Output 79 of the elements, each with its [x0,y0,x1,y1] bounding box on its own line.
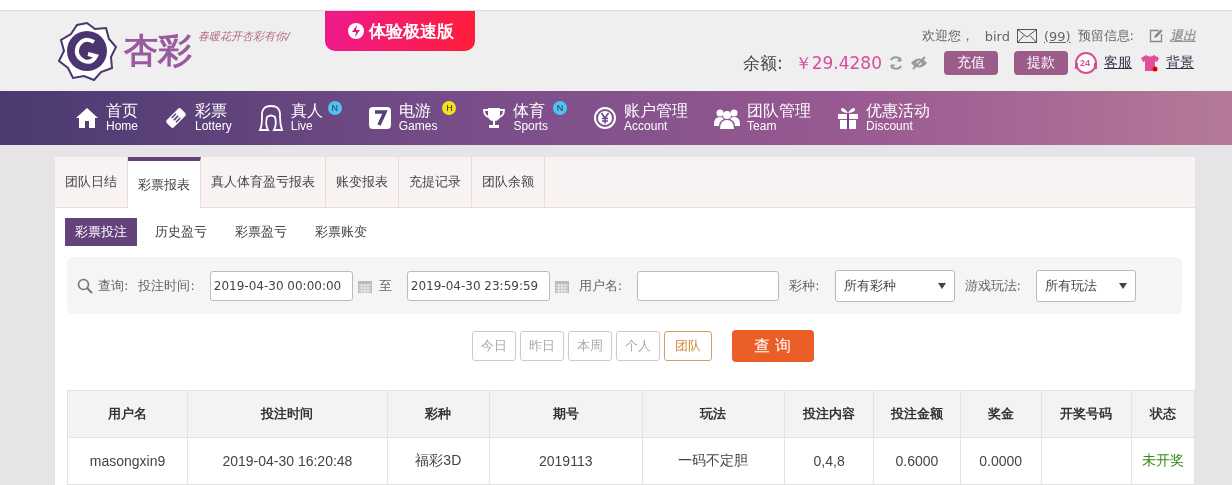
caret-icon [1118,282,1127,289]
column-header: 投注内容 [784,390,874,438]
lottery-label: 彩种: [789,276,820,295]
table-cell: 0,4,8 [784,437,874,485]
sub-tab[interactable]: 历史盈亏 [145,218,217,246]
table-cell: 2019113 [489,437,643,485]
table-cell: 2019-04-30 16:20:48 [187,437,388,485]
shirt-icon[interactable] [1140,54,1160,72]
hours-label: 24 [1080,57,1090,69]
report-tab[interactable]: 彩票报表 [128,157,201,208]
table-cell: 一码不定胆 [642,437,785,485]
time-label: 投注时间: [138,276,195,295]
nav-badge: H [442,101,457,116]
username-label: 用户名: [578,276,623,295]
column-header: 奖金 [960,390,1042,438]
slogan: 春暖花开杏彩有你/ [198,29,290,44]
background-link[interactable]: 背景 [1166,54,1194,72]
column-header: 状态 [1131,390,1195,438]
table-cell: masongxin9 [67,437,188,485]
logo-icon [56,20,118,82]
gift-icon [837,106,860,130]
welcome-text: 欢迎您， [921,27,974,45]
caret-icon [937,282,946,289]
to-label: 至 [378,276,392,295]
people-icon [714,107,741,129]
column-header: 投注时间 [187,390,388,438]
yen-icon [593,106,618,130]
edit-icon[interactable] [1149,29,1163,43]
column-header: 期号 [489,390,643,438]
nav-item[interactable]: 真人 Live N [257,103,342,133]
column-header: 彩种 [387,390,490,438]
messages-link[interactable]: (99) [1043,28,1071,44]
column-header: 用户名 [67,390,188,438]
refresh-icon[interactable] [888,55,904,71]
trophy-icon [482,106,507,130]
status-cell: 未开奖 [1131,437,1195,485]
username: bird [984,28,1010,44]
withdraw-button[interactable]: 提款 [1014,51,1068,75]
table-cell: 0.6000 [873,437,961,485]
home-icon [75,107,99,129]
table-cell: 0.0000 [960,437,1042,485]
deposit-button[interactable]: 充值 [944,51,998,75]
play-select[interactable]: 所有玩法 [1035,269,1136,302]
seven-icon [367,106,392,130]
promo-button[interactable]: 体验极速版 [325,11,475,51]
lightning-icon [346,22,365,40]
nav-item[interactable]: 首页 Home [75,103,138,133]
nav-item[interactable]: 团队管理 Team [714,103,812,133]
sub-tab[interactable]: 彩票盈亏 [225,218,297,246]
headset-icon[interactable] [1074,51,1098,75]
nav-item[interactable]: 体育 Sports N [482,103,568,133]
query-label: 查询: [98,276,129,295]
nav-item[interactable]: 账户管理 Account [593,103,689,133]
play-label: 游戏玩法: [964,276,1021,295]
username-field[interactable] [637,270,780,301]
column-header: 玩法 [642,390,785,438]
balance-label: 余额: [742,51,783,75]
column-header: 投注金额 [873,390,961,438]
customer-service-link[interactable]: 客服 [1104,54,1132,72]
sub-tab[interactable]: 彩票投注 [65,218,137,246]
nav-item[interactable]: 彩票 Lottery [164,103,232,133]
search-icon [77,277,93,294]
start-time-field[interactable]: 2019-04-30 00:00:00 [209,270,353,301]
balance-amount: ￥29.4280 [794,51,882,75]
end-time-field[interactable]: 2019-04-30 23:59:59 [406,270,550,301]
lottery-select[interactable]: 所有彩种 [834,269,955,302]
nav-badge: N [327,101,342,116]
nav-badge: N [553,101,568,116]
nav-item[interactable]: 优惠活动 Discount [837,103,931,133]
sub-tab[interactable]: 彩票账变 [305,218,377,246]
nav-item[interactable]: 电游 Games H [367,103,457,133]
table-cell: 福彩3D [387,437,490,485]
logo-text: 杏彩 [124,29,192,72]
reserved-info-label: 预留信息: [1077,27,1134,45]
mail-icon[interactable] [1016,29,1037,43]
hide-icon[interactable] [910,56,928,70]
column-header: 开奖号码 [1041,390,1132,438]
calendar-icon[interactable] [357,278,372,293]
calendar-icon[interactable] [554,278,569,293]
